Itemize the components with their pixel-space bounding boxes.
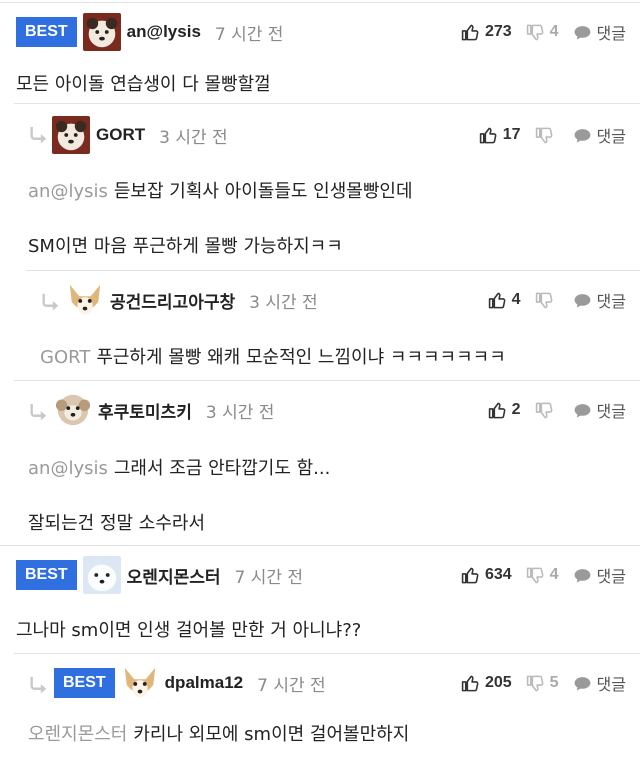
avatar[interactable] <box>120 664 159 702</box>
avatar[interactable] <box>66 281 104 319</box>
comment: BEST an@lysis 7 시간 전 273 4 댓글 모든 아이돌 연습생… <box>0 0 640 103</box>
thumbs-down-icon <box>535 126 554 145</box>
upvote-button[interactable]: 17 <box>479 126 521 145</box>
timestamp: 3 시간 전 <box>249 292 318 313</box>
downvote-button[interactable]: 4 <box>526 23 559 42</box>
avatar[interactable] <box>52 116 90 154</box>
upvote-button[interactable]: 273 <box>461 23 512 42</box>
nickname[interactable]: 공건드리고아구창 <box>110 288 235 313</box>
avatar[interactable] <box>54 391 92 429</box>
best-badge: BEST <box>54 668 115 698</box>
reply-label: 댓글 <box>596 675 626 694</box>
thumbs-down-icon <box>526 674 545 693</box>
reply-button[interactable]: 댓글 <box>573 398 626 422</box>
downvote-button[interactable] <box>535 291 559 310</box>
reply-button[interactable]: 댓글 <box>573 288 626 312</box>
comment-body: SM이면 마음 푸근하게 몰빵 가능하지ㅋㅋ <box>28 236 343 257</box>
comment-body: 모든 아이돌 연습생이 다 몰빵할껄 <box>16 74 271 95</box>
comment-reply: GORT 3 시간 전 17 댓글 an@lysis 듣보잡 기획사 아이돌들도 … <box>0 103 640 270</box>
mention-nickname[interactable]: 오렌지몬스터 <box>28 724 127 745</box>
comment-body: 그나마 sm이면 인생 걸어볼 만한 거 아니냐?? <box>16 620 362 641</box>
thumbs-down-icon <box>535 401 554 420</box>
comment-text: 잘되는건 정말 소수라서 <box>28 509 205 535</box>
avatar[interactable] <box>82 556 121 594</box>
comment-text: 그나마 sm이면 인생 걸어볼 만한 거 아니냐?? <box>16 616 361 642</box>
upvote-button[interactable]: 205 <box>461 674 512 693</box>
upvote-count: 2 <box>511 401 521 418</box>
comment-text: GORT 푸근하게 몰빵 왜캐 모순적인 느낌이냐 ㅋㅋㅋㅋㅋㅋㅋ <box>40 343 506 369</box>
reply-button[interactable]: 댓글 <box>573 123 626 147</box>
reply-button[interactable]: 댓글 <box>573 563 626 587</box>
mention-nickname[interactable]: an@lysis <box>28 181 108 202</box>
comment-body: 카리나 외모에 sm이면 걸어볼만하지 <box>133 724 410 745</box>
reply-button[interactable]: 댓글 <box>573 20 626 44</box>
speech-bubble-icon <box>573 291 592 310</box>
speech-bubble-icon <box>573 674 592 693</box>
reply-label: 댓글 <box>596 292 626 311</box>
thumbs-up-icon <box>479 126 498 145</box>
downvote-count: 4 <box>549 566 559 583</box>
nickname[interactable]: dpalma12 <box>165 673 243 693</box>
reply-label: 댓글 <box>596 24 626 43</box>
comment: BEST 오렌지몬스터 7 시간 전 634 4 댓글 그나마 sm이면 인생 … <box>0 545 640 653</box>
comment-text: 모든 아이돌 연습생이 다 몰빵할껄 <box>16 70 271 96</box>
mention-nickname[interactable]: an@lysis <box>28 458 108 479</box>
timestamp: 7 시간 전 <box>214 24 284 45</box>
comment-text: SM이면 마음 푸근하게 몰빵 가능하지ㅋㅋ <box>28 232 343 258</box>
timestamp: 3 시간 전 <box>159 127 228 148</box>
thumbs-up-icon <box>488 291 507 310</box>
speech-bubble-icon <box>573 566 592 585</box>
upvote-count: 17 <box>502 126 521 143</box>
upvote-button[interactable]: 634 <box>461 566 512 585</box>
comment-reply: BEST dpalma12 7 시간 전 205 5 댓글 오렌지몬스터 카리나 … <box>0 653 640 763</box>
downvote-button[interactable] <box>535 126 559 145</box>
timestamp: 7 시간 전 <box>234 567 304 588</box>
downvote-count: 4 <box>549 23 559 40</box>
comment-body: 잘되는건 정말 소수라서 <box>28 513 206 534</box>
thumbs-up-icon <box>461 23 480 42</box>
reply-label: 댓글 <box>596 127 626 146</box>
thumbs-up-icon <box>488 401 507 420</box>
thumbs-down-icon <box>535 291 554 310</box>
comment-text: 오렌지몬스터 카리나 외모에 sm이면 걸어볼만하지 <box>28 720 409 746</box>
thumbs-down-icon <box>526 566 545 585</box>
downvote-button[interactable] <box>535 401 559 420</box>
speech-bubble-icon <box>573 126 592 145</box>
upvote-button[interactable]: 2 <box>488 401 521 420</box>
reply-label: 댓글 <box>596 402 626 421</box>
upvote-count: 634 <box>484 566 512 583</box>
nickname[interactable]: 오렌지몬스터 <box>127 563 221 588</box>
thumbs-down-icon <box>526 23 545 42</box>
mention-nickname[interactable]: GORT <box>40 347 90 368</box>
comment-text: an@lysis 그래서 조금 안타깝기도 함... <box>28 454 330 480</box>
reply-button[interactable]: 댓글 <box>573 671 626 695</box>
best-badge: BEST <box>16 17 77 47</box>
comment-body: 듣보잡 기획사 아이돌들도 인생몰빵인데 <box>113 181 413 202</box>
comment-reply: 공건드리고아구창 3 시간 전 4 댓글 GORT 푸근하게 몰빵 왜캐 모순적인… <box>0 270 640 380</box>
avatar[interactable] <box>82 13 121 51</box>
thumbs-up-icon <box>461 566 480 585</box>
upvote-count: 273 <box>484 23 512 40</box>
thumbs-up-icon <box>461 674 480 693</box>
reply-label: 댓글 <box>596 567 626 586</box>
upvote-button[interactable]: 4 <box>488 291 521 310</box>
downvote-button[interactable]: 4 <box>526 566 559 585</box>
nickname[interactable]: GORT <box>96 125 145 145</box>
comment-reply: 후쿠토미츠키 3 시간 전 2 댓글 an@lysis 그래서 조금 안타깝기도 … <box>0 380 640 545</box>
comment-text: an@lysis 듣보잡 기획사 아이돌들도 인생몰빵인데 <box>28 177 413 203</box>
upvote-count: 205 <box>484 674 512 691</box>
nickname[interactable]: an@lysis <box>127 22 201 42</box>
speech-bubble-icon <box>573 401 592 420</box>
best-badge: BEST <box>16 560 77 590</box>
comment-body: 푸근하게 몰빵 왜캐 모순적인 느낌이냐 ㅋㅋㅋㅋㅋㅋㅋ <box>96 347 506 368</box>
comment-body: 그래서 조금 안타깝기도 함... <box>113 458 331 479</box>
speech-bubble-icon <box>573 23 592 42</box>
timestamp: 7 시간 전 <box>257 675 326 696</box>
downvote-button[interactable]: 5 <box>526 674 559 693</box>
downvote-count: 5 <box>549 674 559 691</box>
nickname[interactable]: 후쿠토미츠키 <box>98 398 192 423</box>
upvote-count: 4 <box>511 291 521 308</box>
timestamp: 3 시간 전 <box>205 402 275 423</box>
